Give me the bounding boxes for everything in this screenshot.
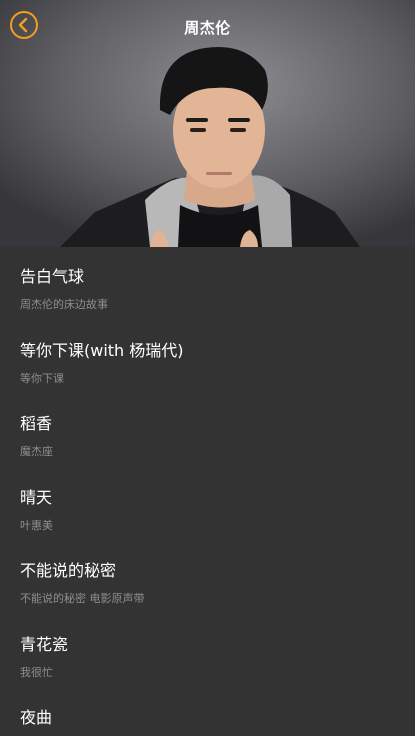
song-title: 晴天 (20, 487, 53, 507)
song-album: 魔杰座 (20, 445, 53, 458)
artist-page: 周杰伦 告白气球 周杰伦的床边故事 等你下课(with 杨瑞代) 等你下课 稻香… (0, 0, 415, 736)
song-album: 不能说的秘密 电影原声带 (20, 592, 145, 605)
song-item[interactable]: 不能说的秘密 不能说的秘密 电影原声带 (0, 541, 415, 615)
artist-banner: 周杰伦 (0, 0, 415, 247)
song-album: 我很忙 (20, 665, 53, 679)
song-item[interactable]: 告白气球 周杰伦的床边故事 (0, 247, 415, 321)
song-item[interactable]: 等你下课(with 杨瑞代) 等你下课 (0, 321, 415, 395)
song-album: 叶惠美 (20, 518, 53, 532)
song-title: 告白气球 (20, 267, 85, 286)
song-item[interactable]: 稻香 魔杰座 (0, 394, 415, 468)
song-item[interactable]: 晴天 叶惠美 (0, 468, 415, 542)
song-title: 青花瓷 (20, 634, 69, 654)
song-title: 稻香 (20, 414, 53, 433)
song-list: 告白气球 周杰伦的床边故事 等你下课(with 杨瑞代) 等你下课 稻香 魔杰座… (0, 247, 415, 736)
song-album: 周杰伦的床边故事 (20, 298, 108, 311)
song-item[interactable]: 夜曲 (0, 688, 415, 736)
page-title: 周杰伦 (184, 19, 231, 37)
song-item[interactable]: 青花瓷 我很忙 (0, 615, 415, 689)
song-title: 等你下课(with 杨瑞代) (20, 340, 184, 360)
song-title: 夜曲 (20, 708, 53, 727)
song-album: 等你下课 (20, 371, 64, 385)
song-title: 不能说的秘密 (20, 561, 117, 580)
